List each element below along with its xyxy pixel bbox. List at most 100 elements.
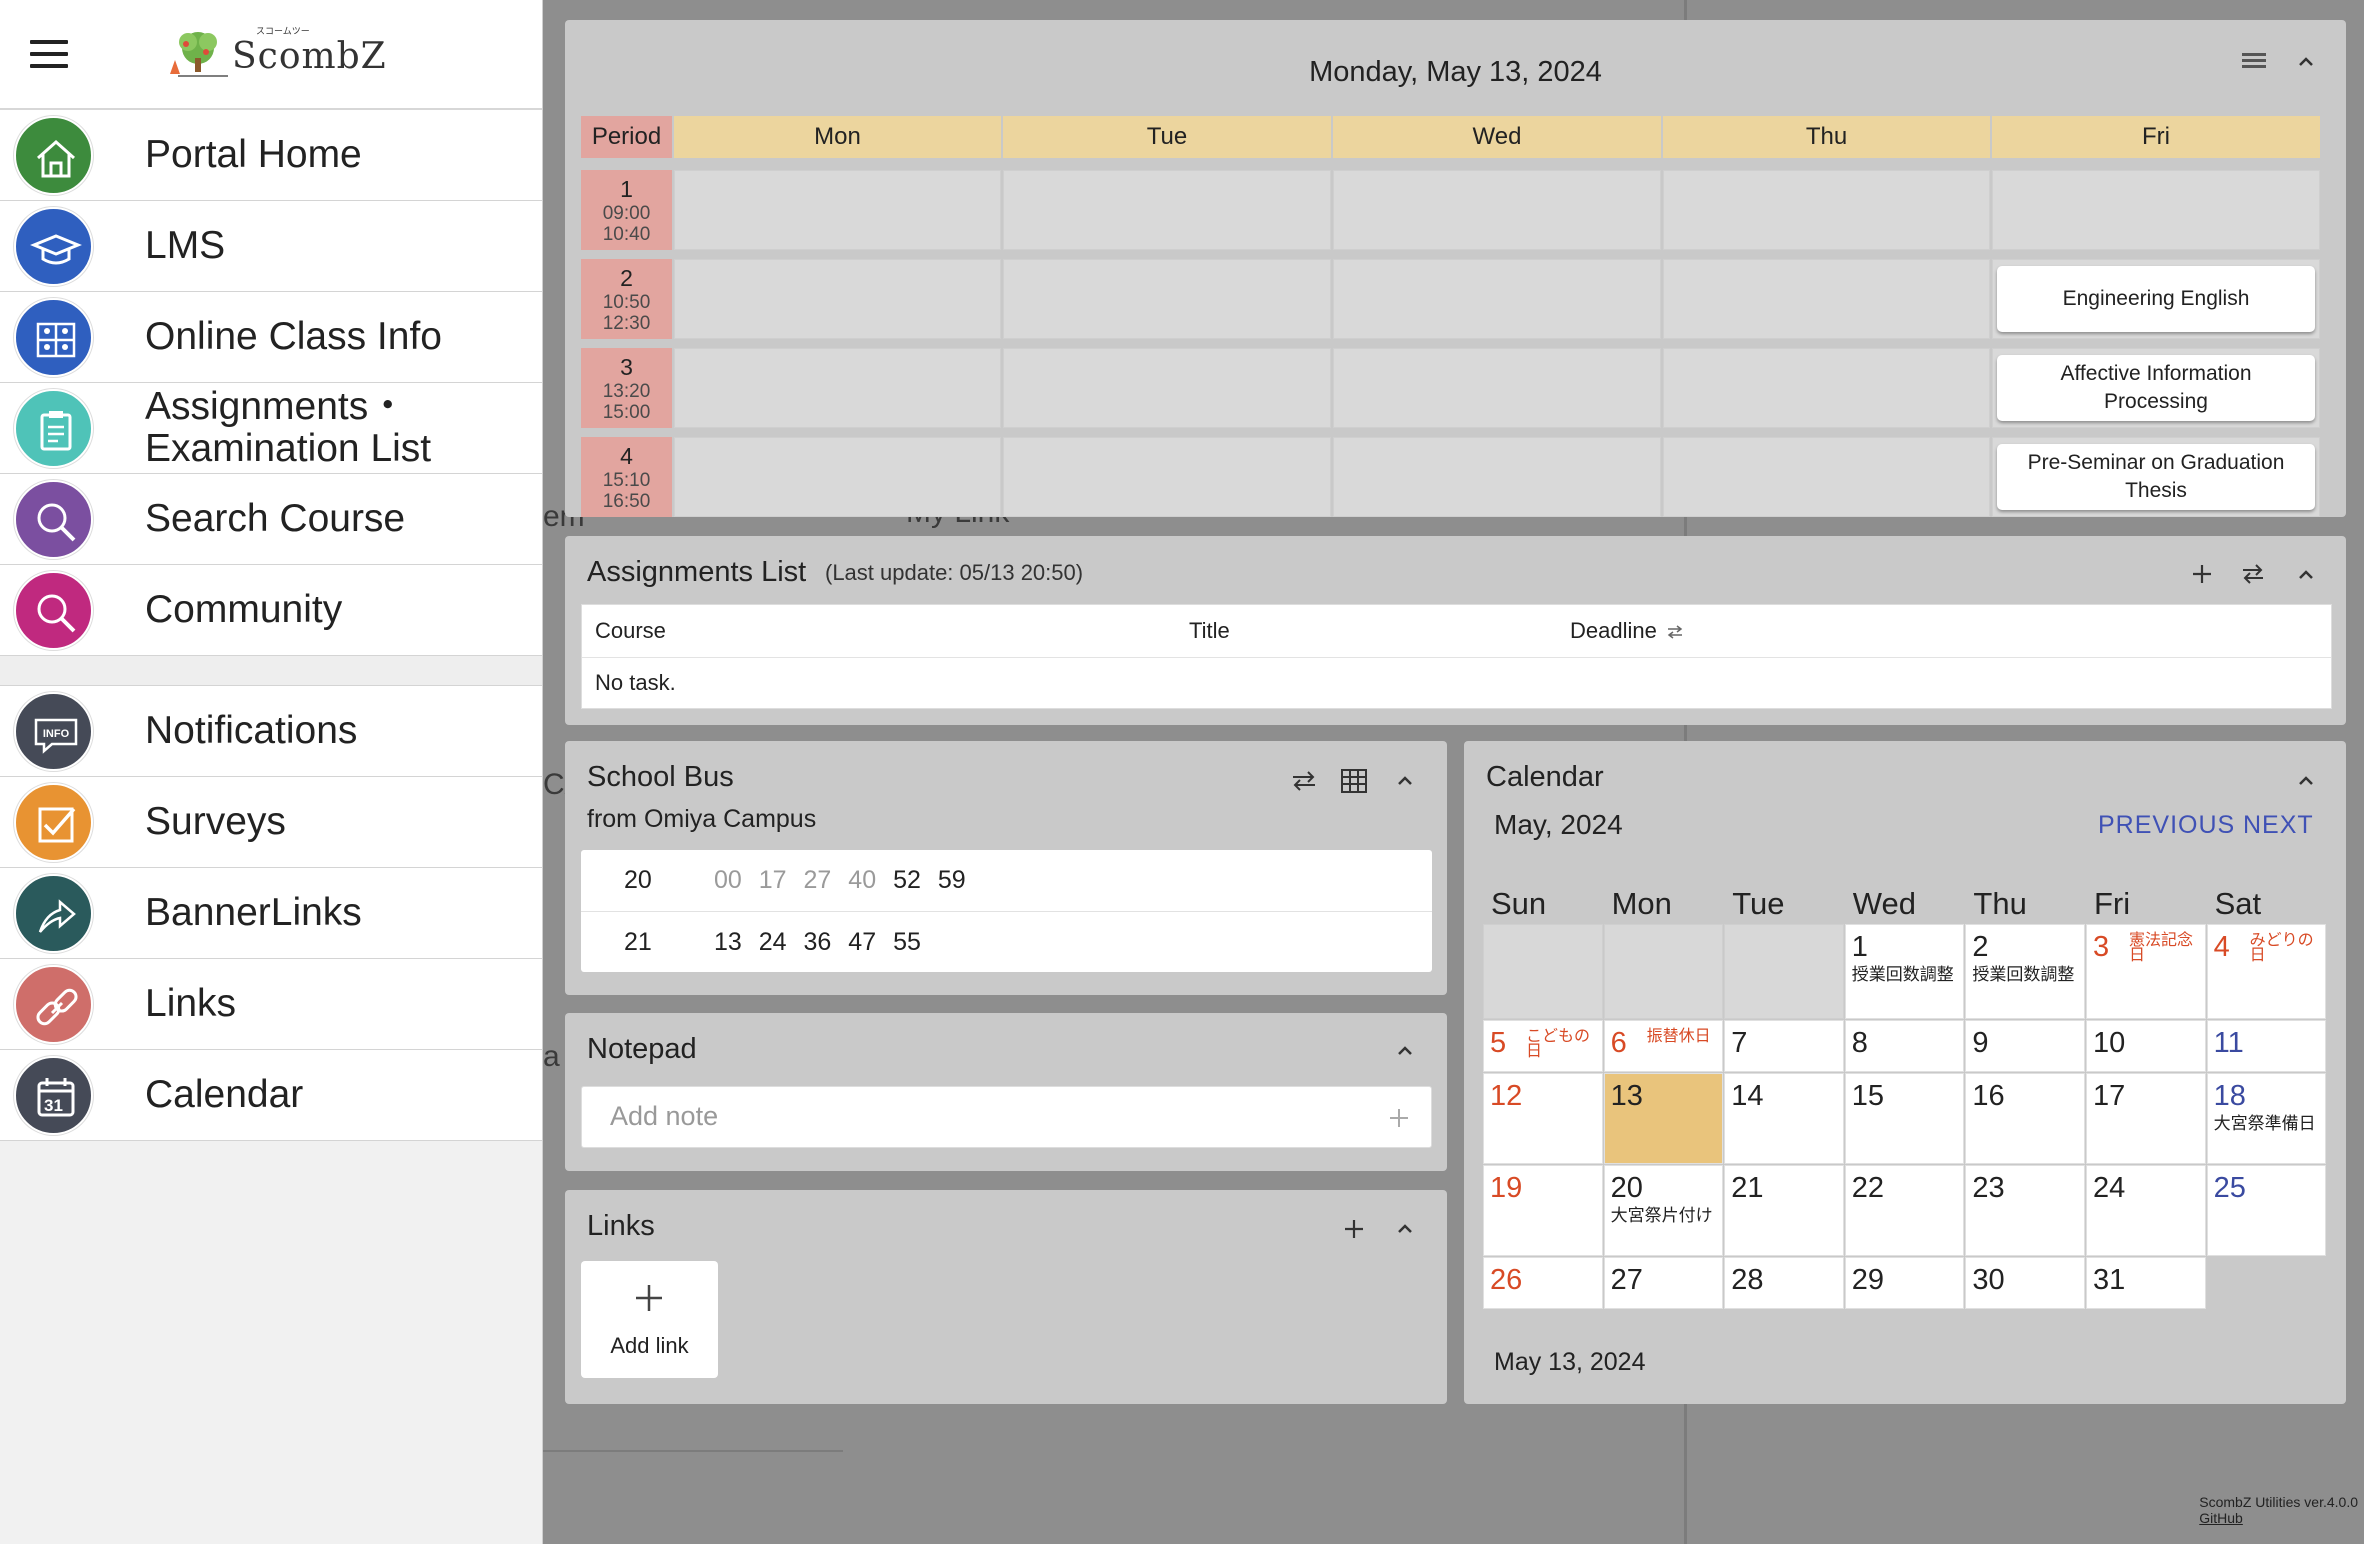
sidebar-item-notifications[interactable]: INFO Notifications <box>0 686 542 777</box>
calendar-title: Calendar <box>1486 761 1604 793</box>
course-card[interactable]: Pre-Seminar on Graduation Thesis <box>1997 444 2315 510</box>
timetable-slot[interactable] <box>1333 437 1661 517</box>
calendar-day-cell[interactable]: 1 授業回数調整 <box>1844 924 1965 1019</box>
timetable-slot[interactable] <box>1003 170 1331 250</box>
calendar-day-cell[interactable]: 19 <box>1483 1165 1603 1256</box>
collapse-chevron-icon[interactable] <box>2293 768 2319 794</box>
collapse-chevron-icon[interactable] <box>2293 49 2319 75</box>
calendar-day-cell[interactable]: 2 授業回数調整 <box>1965 924 2085 1019</box>
calendar-day-cell[interactable]: 5 こどもの日 <box>1483 1020 1603 1072</box>
timetable-slot[interactable] <box>674 259 1001 339</box>
timetable-slot[interactable] <box>1333 170 1661 250</box>
sidebar-item-assignments-examination-list[interactable]: Assignments・ Examination List <box>0 383 542 474</box>
calendar-day-cell[interactable]: 17 <box>2086 1073 2206 1164</box>
hamburger-menu-icon[interactable] <box>30 40 68 68</box>
timetable-header-day: Thu <box>1663 116 1990 158</box>
calendar-day-cell[interactable]: 6 振替休日 <box>1603 1020 1724 1072</box>
timetable-slot[interactable] <box>1663 437 1990 517</box>
column-header-course[interactable]: Course <box>595 618 666 644</box>
calendar-weekday-header: Tue <box>1732 886 1785 921</box>
calendar-day-cell[interactable]: 14 <box>1724 1073 1844 1164</box>
calendar-day-cell[interactable]: 13 <box>1603 1073 1724 1164</box>
sidebar-item-links[interactable]: Links <box>0 959 542 1050</box>
calendar-next-button[interactable]: NEXT <box>2243 811 2314 840</box>
add-note-input[interactable]: Add note <box>581 1086 1432 1148</box>
add-link-button[interactable]: Add link <box>581 1261 718 1378</box>
course-card[interactable]: Affective Information Processing <box>1997 355 2315 421</box>
calendar-day-cell[interactable]: 21 <box>1724 1165 1844 1256</box>
add-note-plus-icon[interactable] <box>1388 1107 1410 1129</box>
scombz-logo[interactable]: スコームツー ScombZ <box>168 22 386 84</box>
sidebar-item-portal-home[interactable]: Portal Home <box>0 110 542 201</box>
calendar-day-cell[interactable]: 3 憲法記念日 <box>2086 924 2206 1019</box>
add-icon[interactable] <box>2190 562 2214 586</box>
calendar-day-cell[interactable]: 29 <box>1844 1257 1965 1309</box>
calendar-day-cell[interactable]: 24 <box>2086 1165 2206 1256</box>
timetable-grid-icon[interactable] <box>1340 767 1368 795</box>
sort-arrows-icon[interactable] <box>1666 624 1684 640</box>
timetable-slot[interactable] <box>1003 348 1331 428</box>
online-class-icon <box>14 298 93 377</box>
course-card[interactable]: Engineering English <box>1997 266 2315 332</box>
calendar-day-cell[interactable]: 26 <box>1483 1257 1603 1309</box>
notepad-title: Notepad <box>587 1033 697 1065</box>
calendar-empty-cell <box>1724 924 1844 1019</box>
swap-direction-icon[interactable] <box>1290 768 1318 794</box>
assignments-table: Course Title Deadline No task. <box>581 604 2332 709</box>
timetable-slot[interactable] <box>1003 259 1331 339</box>
calendar-day-cell[interactable]: 22 <box>1844 1165 1965 1256</box>
collapse-chevron-icon[interactable] <box>2293 562 2319 588</box>
menu-lines-icon[interactable] <box>2242 50 2268 72</box>
calendar-day-cell[interactable]: 16 <box>1965 1073 2085 1164</box>
calendar-month-label: May, 2024 <box>1494 809 1623 840</box>
calendar-day-cell[interactable]: 25 <box>2206 1165 2327 1256</box>
calendar-day-cell[interactable]: 18 大宮祭準備日 <box>2206 1073 2327 1164</box>
calendar-day-cell[interactable]: 28 <box>1724 1257 1844 1309</box>
sidebar-item-lms[interactable]: LMS <box>0 201 542 292</box>
add-icon[interactable] <box>1342 1217 1366 1241</box>
assignments-title: Assignments List <box>587 556 807 588</box>
sidebar-item-surveys[interactable]: Surveys <box>0 777 542 868</box>
sidebar-item-online-class-info[interactable]: Online Class Info <box>0 292 542 383</box>
calendar-day-cell[interactable]: 12 <box>1483 1073 1603 1164</box>
calendar-day-cell[interactable]: 23 <box>1965 1165 2085 1256</box>
plus-icon <box>636 1285 662 1311</box>
calendar-empty-cell <box>1483 924 1603 1019</box>
calendar-day-cell[interactable]: 11 <box>2206 1020 2327 1072</box>
sidebar-item-search-course[interactable]: Search Course <box>0 474 542 565</box>
timetable-slot[interactable] <box>1663 170 1990 250</box>
collapse-chevron-icon[interactable] <box>1392 768 1418 794</box>
timetable-period-cell: 4 15:10 16:50 <box>581 437 672 517</box>
calendar-previous-button[interactable]: PREVIOUS <box>2098 811 2235 840</box>
calendar-day-cell[interactable]: 30 <box>1965 1257 2085 1309</box>
calendar-panel: Calendar May, 2024 PREVIOUS NEXT Sun Mon T… <box>1464 741 2346 1404</box>
timetable-slot[interactable] <box>674 170 1001 250</box>
timetable-slot[interactable] <box>674 348 1001 428</box>
column-header-title[interactable]: Title <box>1189 618 1230 644</box>
calendar-day-cell[interactable]: 9 <box>1965 1020 2085 1072</box>
github-link[interactable]: GitHub <box>2199 1510 2358 1526</box>
calendar-day-cell[interactable]: 20 大宮祭片付け <box>1603 1165 1724 1256</box>
timetable-slot[interactable] <box>1333 348 1661 428</box>
timetable-slot[interactable] <box>1333 259 1661 339</box>
calendar-day-cell[interactable]: 31 <box>2086 1257 2206 1309</box>
calendar-day-cell[interactable]: 7 <box>1724 1020 1844 1072</box>
timetable-slot[interactable] <box>1003 437 1331 517</box>
sidebar-item-label: Search Course <box>145 497 406 540</box>
calendar-day-cell[interactable]: 10 <box>2086 1020 2206 1072</box>
calendar-day-cell[interactable]: 27 <box>1603 1257 1724 1309</box>
sync-arrows-icon[interactable] <box>2240 562 2266 586</box>
timetable-slot[interactable] <box>674 437 1001 517</box>
calendar-day-cell[interactable]: 4 みどりの日 <box>2206 924 2327 1019</box>
collapse-chevron-icon[interactable] <box>1392 1038 1418 1064</box>
sidebar-item-community[interactable]: Community <box>0 565 542 656</box>
collapse-chevron-icon[interactable] <box>1392 1216 1418 1242</box>
timetable-slot[interactable] <box>1992 170 2320 250</box>
timetable-slot[interactable] <box>1663 259 1990 339</box>
timetable-slot[interactable] <box>1663 348 1990 428</box>
sidebar-item-calendar[interactable]: 31 Calendar <box>0 1050 542 1141</box>
calendar-day-cell[interactable]: 15 <box>1844 1073 1965 1164</box>
calendar-day-cell[interactable]: 8 <box>1844 1020 1965 1072</box>
sidebar-item-bannerlinks[interactable]: BannerLinks <box>0 868 542 959</box>
column-header-deadline[interactable]: Deadline <box>1570 618 1684 644</box>
